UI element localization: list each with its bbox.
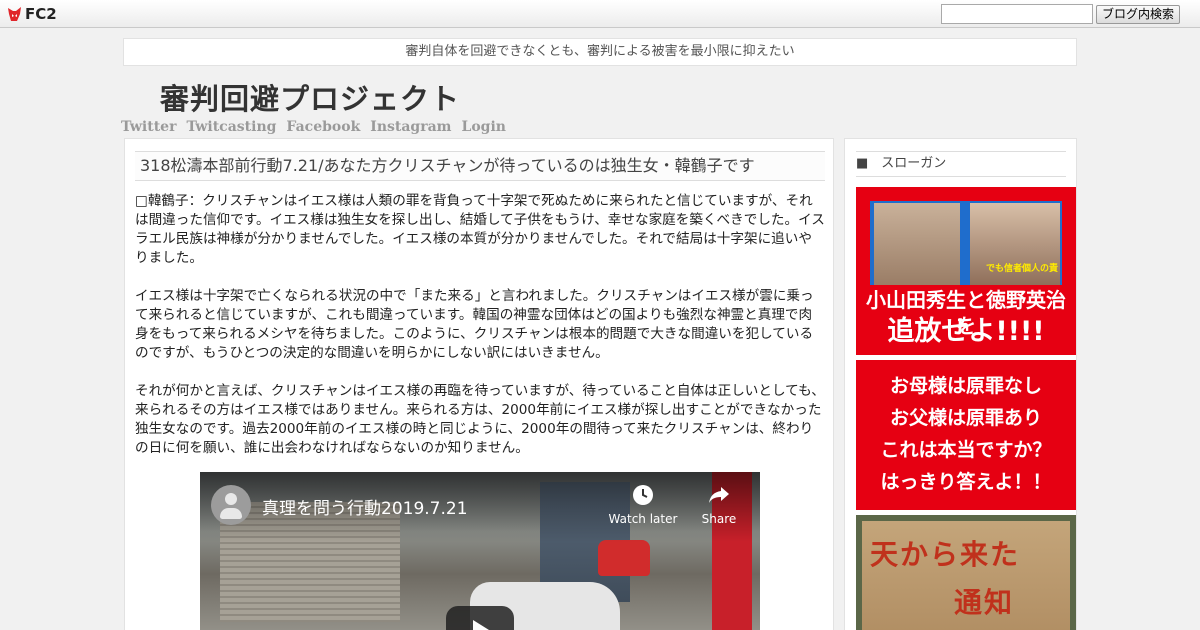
nav-link-twitter[interactable]: Twitter — [121, 119, 176, 135]
banner-text-line: これは本当ですか？ — [880, 439, 1052, 461]
nav-link-login[interactable]: Login — [461, 119, 505, 135]
sidebar-banner-original-sin[interactable]: お母様は原罪なし お父様は原罪あり これは本当ですか？ はっきり答えよ！！ — [856, 360, 1076, 510]
post-paragraph: □韓鶴子：クリスチャンはイエス様は人類の罪を背負って十字架で死ぬために来られたと… — [135, 193, 825, 266]
banner-text-line: はっきり答えよ！！ — [880, 471, 1052, 493]
fc2-fox-icon — [8, 7, 21, 21]
sidebar-title: ■ スローガン — [856, 151, 1066, 177]
share-arrow-icon — [709, 487, 729, 503]
post-paragraph: イエス様は十字架で亡くなられる状況の中で「また来る」と言われました。クリスチャン… — [135, 288, 814, 361]
nav-link-instagram[interactable]: Instagram — [370, 119, 451, 135]
fc2-logo-text: FC2 — [25, 5, 57, 23]
nav-link-facebook[interactable]: Facebook — [286, 119, 360, 135]
post-paragraph: それが何かと言えば、クリスチャンはイエス様の再臨を待っていますが、待っていること… — [135, 383, 825, 456]
post-title[interactable]: 318松濤本部前行動7.21/あなた方クリスチャンが待っているのは独生女・韓鶴子… — [135, 151, 825, 181]
banner-notice-line2: 通知 — [954, 586, 1015, 619]
banner-photo-caption: でも信者個人の責 — [986, 264, 1059, 274]
sidebar-banner-notice[interactable]: 天から来た 通知 — [856, 515, 1076, 630]
fc2-header-bar: FC2 ブログ内検索 — [0, 0, 1200, 28]
banner-text-line: お父様は原罪あり — [889, 407, 1042, 429]
channel-avatar-icon[interactable] — [211, 485, 251, 525]
clock-icon — [633, 485, 653, 505]
video-thumbnail-red-car — [598, 540, 650, 576]
main-content: 318松濤本部前行動7.21/あなた方クリスチャンが待っているのは独生女・韓鶴子… — [124, 138, 834, 630]
play-button-icon[interactable] — [446, 606, 514, 630]
watch-later-button[interactable]: Watch later — [603, 484, 683, 526]
sidebar-banner-expel[interactable]: でも信者個人の責 小山田秀生と徳野英治を 追放せよ!!!! — [856, 187, 1076, 355]
social-nav: Twitter Twitcasting Facebook Instagram L… — [121, 119, 506, 135]
watch-later-label: Watch later — [608, 512, 678, 526]
share-label: Share — [701, 512, 737, 526]
post-body: □韓鶴子：クリスチャンはイエス様は人類の罪を背負って十字架で死ぬために来られたと… — [135, 192, 825, 477]
blog-search-input[interactable] — [941, 4, 1093, 24]
nav-link-twitcasting[interactable]: Twitcasting — [186, 119, 276, 135]
sidebar: ■ スローガン でも信者個人の責 小山田秀生と徳野英治を 追放せよ!!!! お母… — [844, 138, 1077, 630]
blog-search-button[interactable]: ブログ内検索 — [1096, 5, 1180, 24]
embedded-video-player[interactable]: 真理を問う行動2019.7.21 Watch later Share — [200, 472, 760, 630]
video-title[interactable]: 真理を問う行動2019.7.21 — [262, 494, 468, 519]
site-title[interactable]: 審判回避プロジェクト — [160, 76, 460, 118]
banner-text-line: お母様は原罪なし — [889, 375, 1042, 397]
banner-slogan-line: 追放せよ!!!! — [887, 316, 1045, 347]
blog-tagline: 審判自体を回避できなくとも、審判による被害を最小限に抑えたい — [123, 38, 1077, 66]
fc2-logo[interactable]: FC2 — [7, 5, 57, 23]
banner-notice-line1: 天から来た — [870, 538, 1021, 571]
share-button[interactable]: Share — [679, 484, 759, 526]
banner-photo-left — [874, 203, 960, 285]
